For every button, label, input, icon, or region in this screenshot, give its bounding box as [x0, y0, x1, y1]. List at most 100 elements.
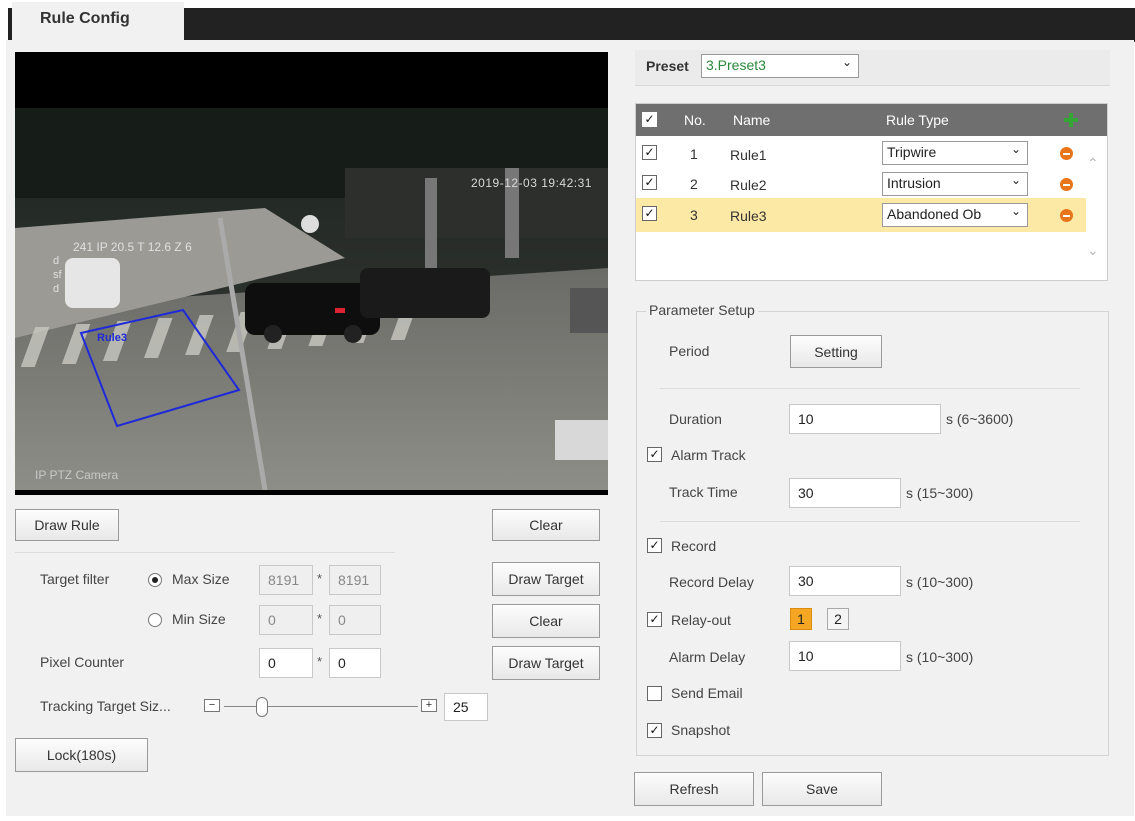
record-delay-input[interactable] [789, 566, 901, 596]
add-rule-plus-icon[interactable] [1064, 113, 1078, 127]
track-time-label: Track Time [669, 484, 738, 500]
rule2-type-select[interactable]: Intrusion ⌄ [882, 172, 1028, 196]
snapshot-label: Snapshot [671, 722, 731, 738]
rule3-checkbox[interactable]: ✓ [642, 206, 657, 221]
rule1-type-select[interactable]: Tripwire ⌄ [882, 141, 1028, 165]
rule2-no: 2 [690, 176, 698, 192]
preset-select-value: 3.Preset3 [706, 57, 766, 73]
rule1-name: Rule1 [730, 147, 767, 163]
rule3-type-select[interactable]: Abandoned Ob ⌄ [882, 203, 1028, 227]
video-timestamp: 2019-12-03 19:42:31 [471, 176, 592, 190]
max-size-height-input[interactable] [329, 565, 381, 595]
track-time-range: s (15~300) [906, 485, 974, 501]
duration-label: Duration [669, 411, 722, 427]
min-size-radio[interactable] [148, 613, 162, 627]
camera-scene [15, 108, 608, 490]
chevron-down-icon: ⌄ [841, 55, 852, 69]
record-checkbox[interactable]: ✓ [647, 538, 662, 553]
chevron-down-icon: ⌄ [1010, 204, 1021, 218]
min-size-label: Min Size [172, 611, 226, 627]
rule3-no: 3 [690, 207, 698, 223]
live-video-view[interactable]: 2019-12-03 19:42:31 241 IP 20.5 T 12.6 Z… [15, 52, 608, 495]
save-button[interactable]: Save [762, 772, 882, 806]
lock-button[interactable]: Lock(180s) [15, 738, 148, 772]
max-size-width-input[interactable] [259, 565, 313, 595]
rule2-type-value: Intrusion [887, 175, 941, 191]
osd-side-text: dsfd [53, 255, 62, 295]
relay-1-button[interactable]: 1 [790, 608, 812, 630]
slider-minus-icon[interactable]: − [204, 699, 220, 712]
tab-rule-config[interactable]: Rule Config [12, 2, 184, 40]
relay-2-button[interactable]: 2 [827, 608, 849, 630]
header-rule-type: Rule Type [886, 112, 949, 128]
divider [660, 388, 1080, 389]
record-delay-range: s (10~300) [906, 574, 974, 590]
header-name: Name [733, 112, 771, 128]
period-setting-button[interactable]: Setting [790, 335, 882, 368]
rule2-checkbox[interactable]: ✓ [642, 175, 657, 190]
alarm-track-checkbox[interactable]: ✓ [647, 447, 662, 462]
duration-range: s (6~3600) [946, 411, 1014, 427]
rule1-no: 1 [690, 146, 698, 162]
draw-target-button[interactable]: Draw Target [492, 562, 600, 596]
parameter-setup-legend: Parameter Setup [646, 302, 758, 318]
rule1-type-value: Tripwire [887, 144, 937, 160]
delete-rule1-icon[interactable] [1060, 147, 1073, 160]
scroll-down-chevron-icon[interactable]: ⌄ [1087, 242, 1099, 259]
pixel-counter-height-input[interactable] [329, 648, 381, 678]
select-all-checkbox[interactable]: ✓ [642, 112, 657, 127]
refresh-button[interactable]: Refresh [634, 772, 754, 806]
rule3-name: Rule3 [730, 208, 767, 224]
send-email-label: Send Email [671, 685, 743, 701]
snapshot-checkbox[interactable]: ✓ [647, 723, 662, 738]
rule2-name: Rule2 [730, 177, 767, 193]
camera-name-osd: IP PTZ Camera [35, 468, 119, 482]
chevron-down-icon: ⌄ [1010, 142, 1021, 156]
header-no: No. [684, 112, 706, 128]
divider [660, 521, 1080, 522]
pixel-counter-label: Pixel Counter [40, 654, 125, 670]
slider-plus-icon[interactable]: + [421, 699, 437, 712]
tracking-size-value-input[interactable] [444, 693, 488, 721]
min-size-height-input[interactable] [329, 605, 381, 635]
rules-table-header: ✓ No. Name Rule Type [636, 104, 1107, 136]
period-label: Period [669, 343, 710, 359]
alarm-delay-input[interactable] [789, 641, 901, 671]
min-size-width-input[interactable] [259, 605, 313, 635]
chevron-down-icon: ⌄ [1010, 173, 1021, 187]
rule3-type-value: Abandoned Ob [887, 206, 982, 222]
max-size-label: Max Size [172, 571, 230, 587]
pixel-counter-width-input[interactable] [259, 648, 313, 678]
draw-rule-button[interactable]: Draw Rule [15, 509, 119, 541]
times-sign: * [317, 611, 323, 626]
tracking-size-slider-thumb[interactable] [256, 697, 268, 717]
rule-label-overlay: Rule3 [97, 332, 127, 344]
record-label: Record [671, 538, 717, 554]
delete-rule2-icon[interactable] [1060, 178, 1073, 191]
track-time-input[interactable] [789, 478, 901, 508]
relay-out-checkbox[interactable]: ✓ [647, 612, 662, 627]
record-delay-label: Record Delay [669, 574, 754, 590]
divider [15, 552, 395, 553]
preset-select[interactable]: 3.Preset3 ⌄ [701, 54, 859, 78]
delete-rule3-icon[interactable] [1060, 209, 1073, 222]
ptz-osd-text: 241 IP 20.5 T 12.6 Z 6 [73, 240, 192, 254]
alarm-delay-range: s (10~300) [906, 649, 974, 665]
relay-out-label: Relay-out [671, 612, 731, 628]
alarm-track-label: Alarm Track [671, 447, 746, 463]
clear-target-button[interactable]: Clear [492, 604, 600, 638]
clear-rule-button[interactable]: Clear [492, 509, 600, 541]
times-sign: * [317, 654, 323, 669]
duration-input[interactable] [789, 404, 941, 434]
draw-target-pixel-button[interactable]: Draw Target [492, 646, 600, 680]
tracking-target-size-label: Tracking Target Siz... [40, 698, 171, 714]
preset-label: Preset [646, 58, 689, 74]
alarm-delay-label: Alarm Delay [669, 649, 746, 665]
max-size-radio[interactable] [148, 573, 162, 587]
times-sign: * [317, 571, 323, 586]
scroll-up-chevron-icon[interactable]: ⌃ [1087, 155, 1099, 172]
send-email-checkbox[interactable] [647, 686, 662, 701]
tracking-size-slider-track[interactable] [224, 706, 418, 707]
target-filter-label: Target filter [40, 571, 110, 587]
rule1-checkbox[interactable]: ✓ [642, 145, 657, 160]
